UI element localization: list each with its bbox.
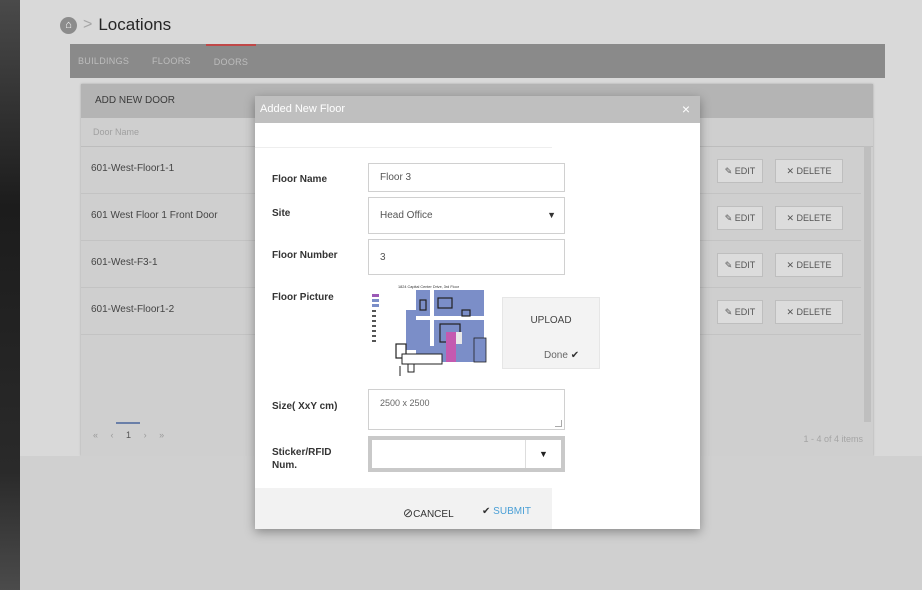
next-page-button[interactable]: › bbox=[144, 430, 147, 440]
door-name: 601 West Floor 1 Front Door bbox=[91, 210, 218, 221]
delete-button[interactable]: ✕ DELETE bbox=[775, 159, 843, 183]
pencil-icon: ✎ bbox=[724, 213, 733, 223]
divider bbox=[255, 147, 552, 148]
door-name: 601-West-Floor1-1 bbox=[91, 163, 175, 174]
home-icon[interactable]: ⌂ bbox=[60, 16, 77, 34]
floor-number-value: 3 bbox=[380, 252, 386, 263]
item-count: 1 - 4 of 4 items bbox=[803, 434, 863, 444]
edit-button[interactable]: ✎ EDIT bbox=[717, 300, 763, 324]
breadcrumb-separator: > bbox=[83, 16, 93, 33]
check-icon: ✔ bbox=[482, 506, 491, 517]
close-x-icon: ✕ bbox=[786, 307, 794, 317]
close-x-icon: ✕ bbox=[786, 213, 794, 223]
edit-button[interactable]: ✎ EDIT bbox=[717, 206, 763, 230]
door-name: 601-West-Floor1-2 bbox=[91, 304, 175, 315]
pencil-icon: ✎ bbox=[724, 307, 733, 317]
submit-button[interactable]: ✔ SUBMIT bbox=[482, 506, 531, 517]
floor-number-input[interactable]: 3 bbox=[368, 239, 565, 275]
cancel-icon: ⊘ bbox=[403, 506, 414, 520]
door-name: 601-West-F3-1 bbox=[91, 257, 158, 268]
floor-plan-image: 1824 Capital Center Drive, 3rd Floor bbox=[372, 285, 487, 376]
add-floor-dialog: Added New Floor × Floor Name Floor 3 Sit… bbox=[255, 96, 700, 529]
tab-bar: BUILDINGS FLOORS DOORS bbox=[70, 44, 885, 78]
tab-doors[interactable]: DOORS bbox=[206, 44, 256, 78]
sticker-label-line1: Sticker/RFID bbox=[272, 447, 332, 458]
sticker-label-line2: Num. bbox=[272, 460, 297, 471]
delete-button[interactable]: ✕ DELETE bbox=[775, 300, 843, 324]
edit-label: EDIT bbox=[734, 260, 756, 270]
first-page-button[interactable]: « bbox=[93, 430, 98, 440]
last-page-button[interactable]: » bbox=[159, 430, 164, 440]
pencil-icon: ✎ bbox=[724, 260, 733, 270]
add-new-door-button[interactable]: ADD NEW DOOR bbox=[95, 84, 175, 118]
site-select[interactable]: Head Office ▼ bbox=[368, 197, 565, 234]
edit-label: EDIT bbox=[734, 213, 756, 223]
delete-label: DELETE bbox=[796, 260, 832, 270]
breadcrumb: ⌂ > Locations bbox=[60, 10, 171, 40]
delete-label: DELETE bbox=[796, 307, 832, 317]
floor-name-value: Floor 3 bbox=[380, 172, 412, 183]
sticker-select-field: ▼ bbox=[372, 440, 561, 468]
edit-button[interactable]: ✎ EDIT bbox=[717, 253, 763, 277]
close-x-icon: ✕ bbox=[786, 260, 794, 270]
cancel-button[interactable]: ⊘CANCEL bbox=[403, 506, 454, 520]
delete-label: DELETE bbox=[796, 166, 832, 176]
dropdown-arrow-icon: ▼ bbox=[547, 210, 556, 220]
delete-label: DELETE bbox=[796, 213, 832, 223]
column-header-label: Door Name bbox=[93, 127, 140, 137]
done-label: Done bbox=[544, 350, 568, 361]
site-value: Head Office bbox=[380, 210, 433, 221]
pencil-icon: ✎ bbox=[724, 166, 733, 176]
dropdown-arrow-icon[interactable]: ▼ bbox=[525, 440, 561, 468]
size-textarea[interactable]: 2500 x 2500 bbox=[368, 389, 565, 430]
checkmark-icon: ✔ bbox=[570, 350, 580, 361]
submit-label: SUBMIT bbox=[493, 506, 531, 517]
tab-buildings[interactable]: BUILDINGS bbox=[78, 44, 129, 78]
tab-floors[interactable]: FLOORS bbox=[152, 44, 191, 78]
current-page[interactable]: 1 bbox=[126, 430, 131, 440]
edit-label: EDIT bbox=[734, 307, 756, 317]
scrollbar[interactable] bbox=[864, 146, 871, 422]
done-status: Done ✔ bbox=[544, 350, 579, 361]
pager: « ‹ 1 › » bbox=[93, 430, 164, 440]
floor-name-input[interactable]: Floor 3 bbox=[368, 163, 565, 192]
sticker-select[interactable]: ▼ bbox=[368, 436, 565, 472]
size-value: 2500 x 2500 bbox=[380, 398, 430, 408]
floor-picture-label: Floor Picture bbox=[272, 292, 334, 303]
site-label: Site bbox=[272, 208, 291, 219]
picture-caption: 1824 Capital Center Drive, 3rd Floor bbox=[398, 285, 460, 289]
close-x-icon: ✕ bbox=[786, 166, 794, 176]
upload-area: UPLOAD Done ✔ bbox=[502, 297, 600, 369]
resize-handle-icon[interactable] bbox=[555, 420, 562, 427]
cancel-label: CANCEL bbox=[413, 509, 454, 520]
delete-button[interactable]: ✕ DELETE bbox=[775, 206, 843, 230]
size-label: Size( XxY cm) bbox=[272, 401, 338, 412]
sticker-label: Sticker/RFID Num. bbox=[272, 446, 331, 472]
floor-number-label: Floor Number bbox=[272, 250, 338, 261]
dialog-title: Added New Floor bbox=[260, 103, 345, 115]
dialog-header: Added New Floor × bbox=[255, 96, 700, 123]
prev-page-button[interactable]: ‹ bbox=[111, 430, 114, 440]
floor-name-label: Floor Name bbox=[272, 174, 328, 185]
edit-button[interactable]: ✎ EDIT bbox=[717, 159, 763, 183]
delete-button[interactable]: ✕ DELETE bbox=[775, 253, 843, 277]
close-icon[interactable]: × bbox=[682, 101, 690, 117]
edit-label: EDIT bbox=[734, 166, 756, 176]
left-strip bbox=[0, 0, 20, 590]
page-title: Locations bbox=[98, 15, 172, 34]
upload-button[interactable]: UPLOAD bbox=[503, 315, 599, 326]
